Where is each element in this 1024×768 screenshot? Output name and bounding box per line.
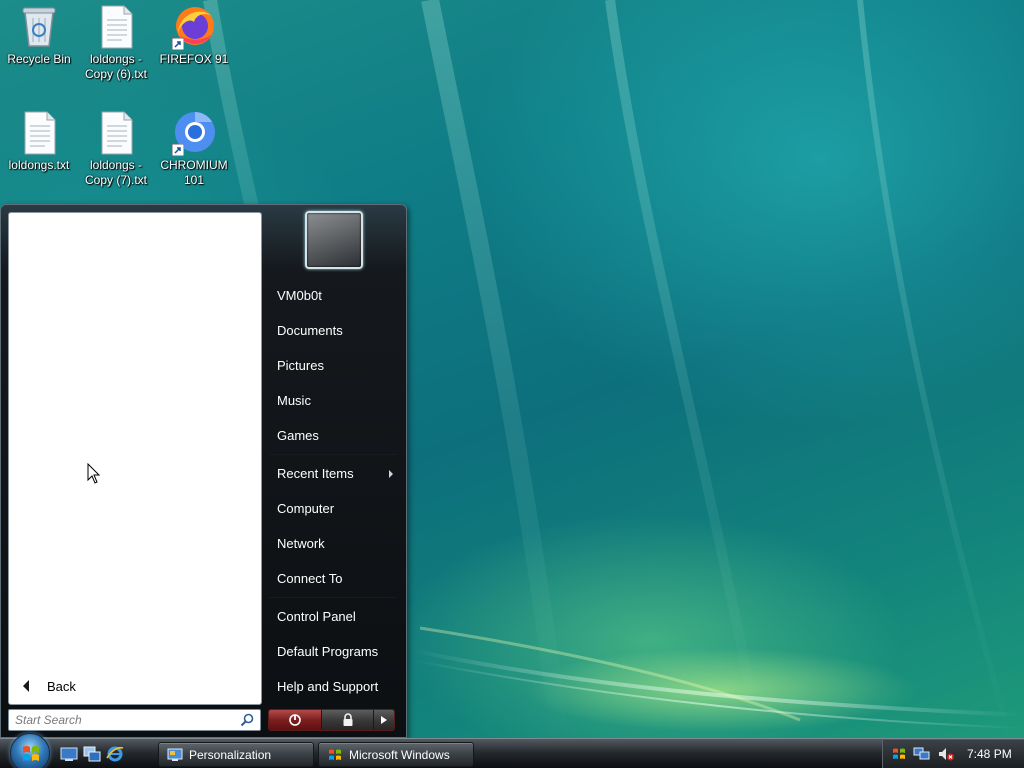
system-clock[interactable]: 7:48 PM [967, 747, 1012, 761]
back-label: Back [47, 678, 76, 694]
text-file-icon [92, 2, 140, 50]
desktop-icon-loldongs-txt[interactable]: loldongs.txt [1, 108, 77, 173]
desktop-icon-label: FIREFOX 91 [159, 52, 229, 66]
taskbar-button-label: Microsoft Windows [349, 747, 450, 762]
desktop-icon-label: Copy (7).txt [84, 173, 147, 187]
windows-update-icon[interactable] [891, 746, 907, 762]
desktop-icon-label: CHROMIUM [160, 158, 228, 172]
lock-icon [343, 713, 352, 726]
recycle-bin-icon [15, 2, 63, 50]
windows-logo-icon [23, 746, 39, 761]
lock-button[interactable] [321, 710, 373, 730]
internet-explorer-icon[interactable] [106, 745, 124, 763]
desktop-icon-label: Copy (6).txt [84, 67, 147, 81]
chevron-right-icon [381, 716, 387, 724]
user-picture[interactable] [305, 211, 363, 269]
desktop-icon-label: loldongs - [89, 158, 143, 172]
desktop-icon-firefox[interactable]: FIREFOX 91 [156, 2, 232, 67]
notification-area: 7:48 PM [882, 740, 1024, 768]
menu-separator [269, 597, 397, 598]
power-icon [289, 714, 301, 726]
taskbar-button-label: Personalization [189, 747, 272, 762]
menu-item-label: Computer [277, 501, 335, 516]
menu-item-documents[interactable]: Documents [269, 313, 401, 348]
switch-windows-icon[interactable] [83, 745, 101, 763]
menu-item-label: Documents [277, 323, 343, 338]
desktop-icon-label: Recycle Bin [7, 52, 71, 66]
menu-item-label: Connect To [277, 571, 343, 586]
menu-item-user[interactable]: VM0b0t [269, 278, 401, 313]
menu-item-label: Pictures [277, 358, 324, 373]
text-file-icon [92, 108, 140, 156]
menu-item-pictures[interactable]: Pictures [269, 348, 401, 383]
menu-item-help-and-support[interactable]: Help and Support [269, 669, 401, 704]
quick-launch [60, 745, 124, 763]
menu-item-music[interactable]: Music [269, 383, 401, 418]
windows-flag-icon [329, 749, 341, 760]
power-button[interactable] [269, 710, 321, 730]
desktop-icon-chromium[interactable]: CHROMIUM 101 [156, 108, 232, 188]
firefox-icon [170, 2, 218, 50]
network-icon[interactable] [913, 746, 931, 762]
menu-item-recent-items[interactable]: Recent Items [269, 456, 401, 491]
search-icon[interactable] [240, 713, 254, 727]
taskbar: Personalization Microsoft Windows 7:48 P… [0, 733, 1024, 768]
shutdown-options-button[interactable] [373, 710, 394, 730]
menu-separator [269, 454, 397, 455]
taskbar-button-personalization[interactable]: Personalization [158, 742, 314, 767]
menu-item-games[interactable]: Games [269, 418, 401, 453]
submenu-arrow-icon [389, 469, 393, 478]
programs-pane: Back [8, 212, 262, 705]
desktop-icon-loldongs-copy-7[interactable]: loldongs - Copy (7).txt [78, 108, 154, 188]
volume-muted-icon[interactable] [937, 746, 955, 762]
menu-item-label: Music [277, 393, 311, 408]
menu-item-network[interactable]: Network [269, 526, 401, 561]
mouse-cursor-icon [87, 463, 101, 484]
power-controls [268, 709, 395, 731]
menu-item-label: Recent Items [277, 466, 354, 481]
chromium-icon [170, 108, 218, 156]
desktop-icon-label: loldongs.txt [8, 158, 70, 172]
menu-item-connect-to[interactable]: Connect To [269, 561, 401, 596]
menu-item-label: Default Programs [277, 644, 379, 659]
back-button[interactable]: Back [17, 674, 253, 698]
personalization-icon [167, 748, 183, 761]
menu-item-computer[interactable]: Computer [269, 491, 401, 526]
show-desktop-icon[interactable] [60, 745, 78, 763]
menu-item-default-programs[interactable]: Default Programs [269, 634, 401, 669]
menu-item-label: VM0b0t [277, 288, 322, 303]
start-menu: Back VM0b0t Documents Pictures Music Gam… [0, 204, 407, 738]
menu-item-label: Help and Support [277, 679, 379, 694]
places-pane: VM0b0t Documents Pictures Music Games Re… [269, 278, 401, 704]
desktop-icon-label: loldongs - [89, 52, 143, 66]
start-button[interactable] [10, 733, 50, 768]
text-file-icon [15, 108, 63, 156]
start-search-input[interactable] [15, 713, 240, 727]
shortcut-arrow-icon [172, 144, 184, 156]
desktop-icon-recycle-bin[interactable]: Recycle Bin [1, 2, 77, 67]
shortcut-arrow-icon [172, 38, 184, 50]
taskbar-button-microsoft-windows[interactable]: Microsoft Windows [318, 742, 474, 767]
menu-item-control-panel[interactable]: Control Panel [269, 599, 401, 634]
menu-item-label: Control Panel [277, 609, 356, 624]
desktop-icon-label: 101 [183, 173, 205, 187]
menu-item-label: Games [277, 428, 319, 443]
start-search-box[interactable] [8, 709, 261, 731]
back-arrow-icon [23, 680, 29, 692]
desktop-icon-loldongs-copy-6[interactable]: loldongs - Copy (6).txt [78, 2, 154, 82]
menu-item-label: Network [277, 536, 325, 551]
